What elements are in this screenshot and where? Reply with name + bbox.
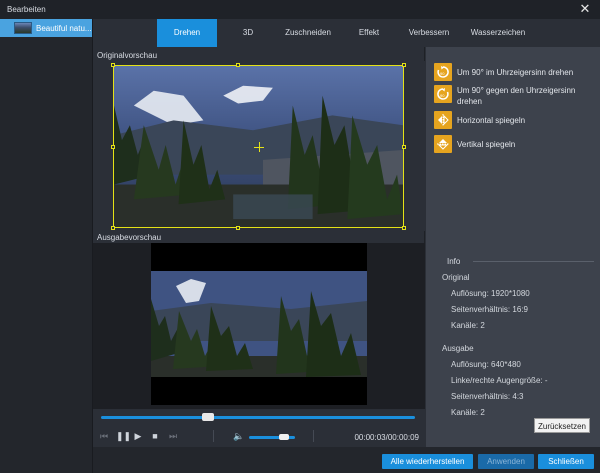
rotate-cw-label: Um 90° im Uhrzeigersinn drehen	[457, 68, 574, 77]
tab-verbessern[interactable]: Verbessern	[399, 19, 459, 47]
file-list-sidebar: Beautiful natu...	[0, 19, 93, 473]
flip-horizontal-label: Horizontal spiegeln	[457, 116, 526, 125]
pause-icon[interactable]: ❚❚	[116, 431, 131, 441]
controls-divider	[213, 430, 214, 442]
playback-controls: ⏮ ❚❚ ▶ ■ ⏭ 🔈 00:00:03/00:00:09	[93, 409, 425, 447]
tab-bar: Drehen 3D Zuschneiden Effekt Verbessern …	[93, 19, 600, 47]
rotate-options-pane: 90 Um 90° im Uhrzeigersinn drehen 90 Um …	[426, 47, 600, 447]
crop-center-icon-vertical	[259, 142, 260, 152]
controls-divider-2	[313, 430, 314, 442]
skip-back-icon[interactable]: ⏮	[99, 431, 109, 441]
skip-forward-icon[interactable]: ⏭	[168, 431, 178, 441]
flip-vertical-label: Vertikal spiegeln	[457, 140, 516, 149]
info-title: Info	[444, 257, 464, 266]
crop-handle-right[interactable]	[402, 145, 406, 149]
rotate-counterclockwise-option[interactable]: 90 Um 90° gegen den Uhrzeigersinn drehen	[434, 85, 594, 113]
sidebar-item-video[interactable]: Beautiful natu...	[0, 19, 92, 37]
close-icon[interactable]: ✕	[578, 2, 592, 16]
flip-vertical-icon[interactable]	[434, 135, 452, 153]
crop-handle-top-left[interactable]	[111, 63, 115, 67]
flip-vertical-option[interactable]: Vertikal spiegeln	[434, 135, 594, 155]
output-preview-label: Ausgabevorschau	[97, 233, 162, 242]
tab-effekt[interactable]: Effekt	[343, 19, 395, 47]
svg-text:90: 90	[440, 71, 445, 76]
output-video-image	[151, 243, 367, 405]
original-channels: Kanäle: 2	[451, 321, 485, 330]
original-preview-label: Originalvorschau	[97, 51, 158, 60]
output-preview	[93, 243, 425, 413]
restore-all-button[interactable]: Alle wiederherstellen	[382, 454, 473, 469]
rotate-clockwise-option[interactable]: 90 Um 90° im Uhrzeigersinn drehen	[434, 63, 594, 83]
volume-icon[interactable]: 🔈	[233, 431, 244, 441]
stop-icon[interactable]: ■	[150, 431, 160, 441]
footer-bar: Alle wiederherstellen Anwenden Schließen	[93, 447, 600, 473]
tab-drehen[interactable]: Drehen	[157, 19, 217, 47]
sidebar-item-label: Beautiful natu...	[36, 24, 92, 33]
original-heading: Original	[442, 273, 470, 282]
close-button[interactable]: Schließen	[538, 454, 594, 469]
rotate-ccw-label: Um 90° gegen den Uhrzeigersinn drehen	[457, 86, 576, 106]
apply-button[interactable]: Anwenden	[478, 454, 534, 469]
original-resolution: Auflösung: 1920*1080	[451, 289, 530, 298]
crop-handle-bottom-left[interactable]	[111, 226, 115, 230]
output-heading: Ausgabe	[442, 344, 474, 353]
flip-horizontal-option[interactable]: Horizontal spiegeln	[434, 111, 594, 131]
output-video-frame	[151, 243, 367, 405]
play-icon[interactable]: ▶	[133, 431, 143, 441]
output-resolution: Auflösung: 640*480	[451, 360, 521, 369]
svg-text:90: 90	[440, 93, 445, 98]
preview-pane: Originalvorschau Ausgabevorschau	[93, 47, 425, 425]
crop-handle-left[interactable]	[111, 145, 115, 149]
crop-handle-top[interactable]	[236, 63, 240, 67]
crop-handle-bottom-right[interactable]	[402, 226, 406, 230]
tab-wasserzeichen[interactable]: Wasserzeichen	[463, 19, 533, 47]
output-channels: Kanäle: 2	[451, 408, 485, 417]
info-divider	[473, 261, 594, 262]
timeline-slider[interactable]	[101, 416, 415, 419]
crop-handle-top-right[interactable]	[402, 63, 406, 67]
original-preview	[93, 61, 425, 231]
tab-zuschneiden[interactable]: Zuschneiden	[277, 19, 339, 47]
reset-button[interactable]: Zurücksetzen	[534, 418, 590, 433]
crop-handle-bottom[interactable]	[236, 226, 240, 230]
volume-handle[interactable]	[278, 434, 289, 440]
title-bar: Bearbeiten ✕	[0, 0, 600, 19]
rotate-ccw-icon[interactable]: 90	[434, 85, 452, 103]
rotate-cw-icon[interactable]: 90	[434, 63, 452, 81]
timeline-handle[interactable]	[201, 413, 214, 421]
window-title: Bearbeiten	[7, 5, 46, 14]
output-aspect: Seitenverhältnis: 4:3	[451, 392, 524, 401]
output-eye-size: Linke/rechte Augengröße: -	[451, 376, 548, 385]
playback-time: 00:00:03/00:00:09	[354, 433, 419, 442]
original-aspect: Seitenverhältnis: 16:9	[451, 305, 528, 314]
info-panel: Info Original Auflösung: 1920*1080 Seite…	[435, 257, 594, 443]
flip-horizontal-icon[interactable]	[434, 111, 452, 129]
tab-3d[interactable]: 3D	[223, 19, 273, 47]
video-thumbnail	[14, 22, 32, 34]
crop-frame[interactable]	[113, 65, 404, 228]
